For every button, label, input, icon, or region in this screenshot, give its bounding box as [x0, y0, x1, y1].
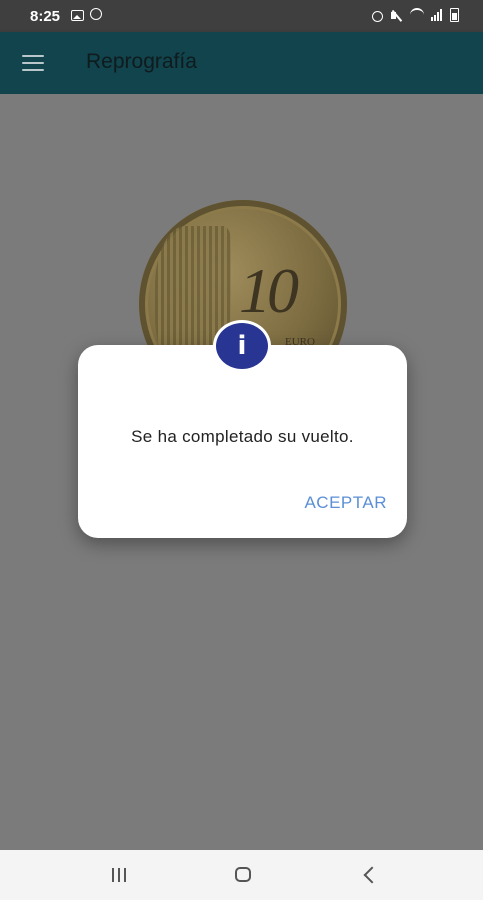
app-bar: Reprografía [0, 32, 483, 94]
battery-icon [450, 8, 459, 22]
info-icon: i [213, 320, 271, 372]
alert-dialog: Se ha completado su vuelto. ACEPTAR [78, 345, 407, 538]
back-icon[interactable] [356, 862, 386, 888]
app-title: Reprografía [86, 50, 197, 73]
whatsapp-icon [90, 8, 102, 20]
alarm-icon [372, 10, 383, 22]
status-right-icons [372, 8, 459, 22]
recents-icon[interactable] [104, 862, 134, 888]
info-glyph: i [237, 331, 247, 361]
accept-button[interactable]: ACEPTAR [304, 493, 387, 513]
home-icon[interactable] [229, 862, 259, 888]
status-bar: 8:25 [0, 0, 483, 32]
wifi-icon [410, 8, 424, 22]
coin-value-engraving: 10 [239, 255, 299, 326]
dialog-message: Se ha completado su vuelto. [131, 427, 354, 446]
gallery-icon [71, 10, 84, 21]
system-nav-bar [0, 850, 483, 900]
mute-icon [390, 9, 403, 22]
hamburger-menu-icon[interactable] [18, 51, 48, 75]
status-time: 8:25 [30, 8, 61, 25]
status-left-icons [71, 8, 102, 21]
signal-icon [431, 9, 443, 21]
